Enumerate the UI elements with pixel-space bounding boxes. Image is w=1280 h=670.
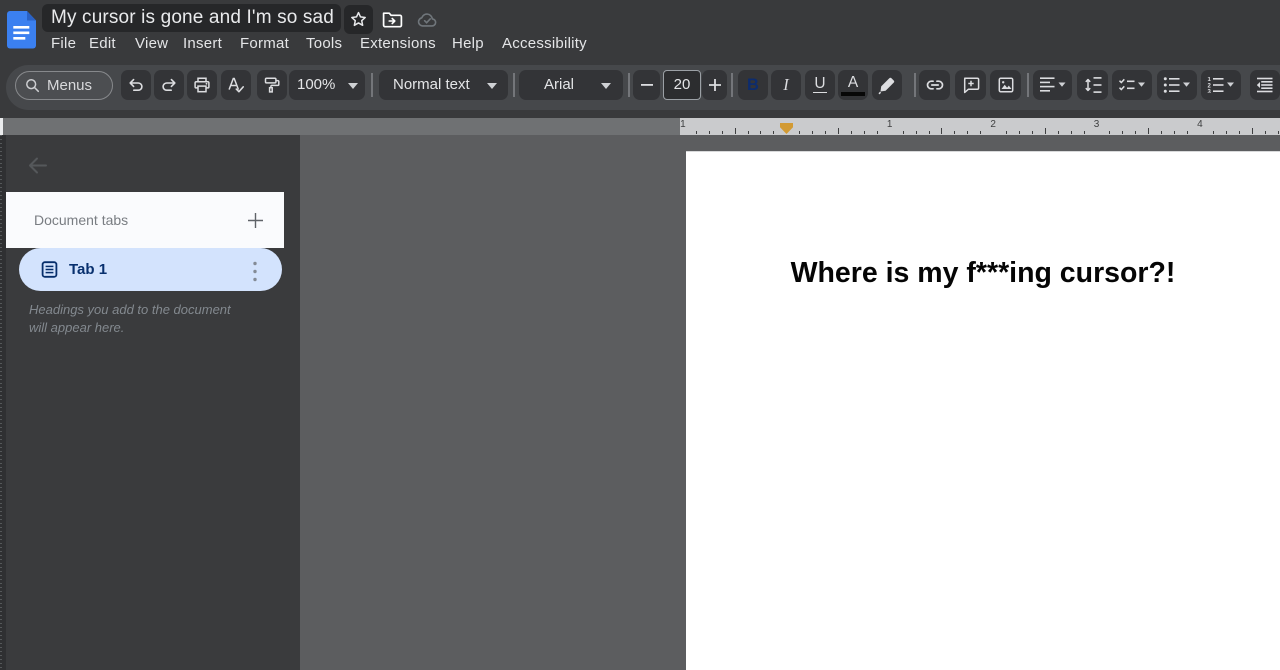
svg-text:3: 3 xyxy=(1208,89,1212,93)
svg-text:1: 1 xyxy=(1208,77,1212,83)
